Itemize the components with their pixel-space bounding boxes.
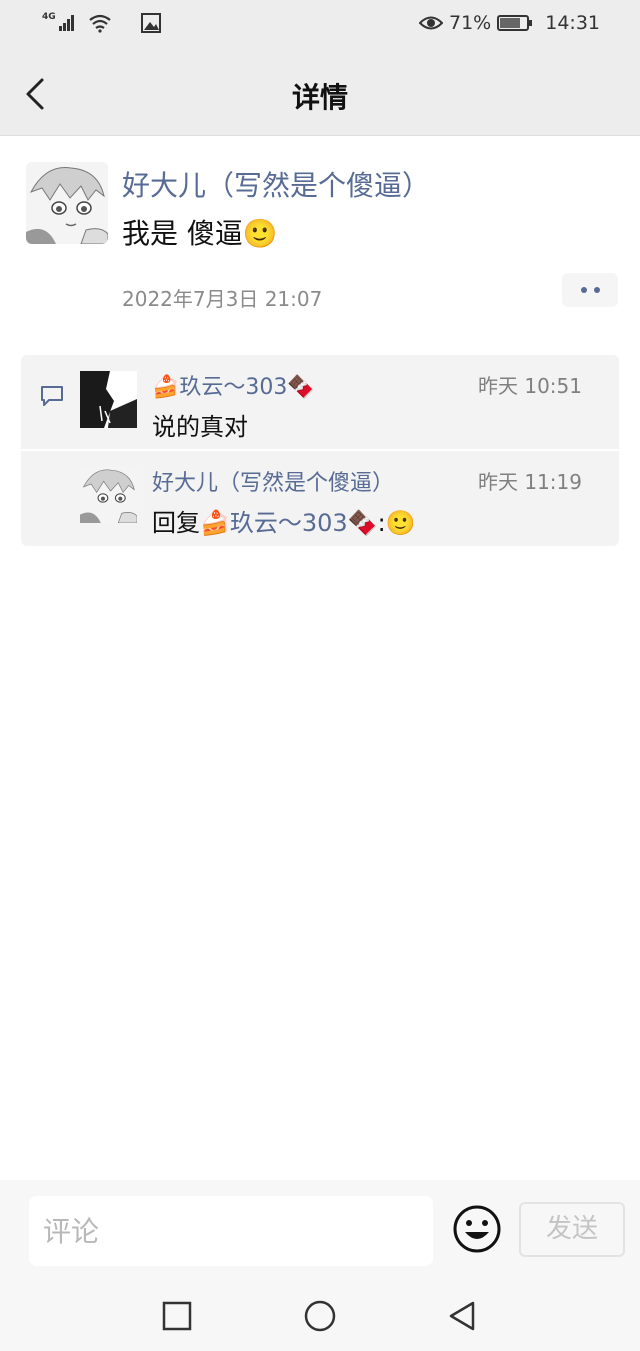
- circle-icon: [304, 1300, 336, 1332]
- status-bar-left: 4G: [42, 12, 162, 34]
- page-title: 详情: [291, 81, 348, 114]
- reply-target-name[interactable]: 🍰玖云～303🍫: [200, 509, 378, 537]
- battery-percent: 71%: [449, 12, 492, 34]
- post-author-avatar[interactable]: [26, 162, 108, 244]
- more-actions-button[interactable]: [562, 273, 618, 307]
- comment-bubble-icon: [41, 386, 63, 406]
- comment-input[interactable]: [29, 1196, 433, 1266]
- gallery-notification-icon: [140, 13, 161, 33]
- comment-input-bar: 发送: [0, 1180, 640, 1281]
- top-bar: 详情: [0, 52, 640, 136]
- reply-prefix: 回复: [152, 509, 200, 537]
- nav-back-button[interactable]: [445, 1299, 479, 1333]
- anime-avatar-image: [80, 466, 137, 523]
- wifi-icon: [88, 14, 111, 33]
- comment-author-avatar[interactable]: [80, 371, 137, 428]
- home-button[interactable]: [303, 1299, 337, 1333]
- reply-suffix: :🙂: [377, 509, 416, 537]
- smiley-face-icon: [453, 1205, 501, 1253]
- comment-author-name[interactable]: 🍰玖云～303🍫: [152, 369, 315, 401]
- system-nav-bar: [0, 1281, 640, 1351]
- comment-text[interactable]: 说的真对: [152, 407, 248, 442]
- post-timestamp: 2022年7月3日 21:07: [122, 287, 323, 311]
- network-type: 4G: [42, 12, 56, 22]
- anime-avatar-image: [26, 162, 108, 244]
- clock: 14:31: [545, 12, 600, 34]
- comment-timestamp: 昨天 10:51: [478, 374, 582, 398]
- status-bar-right: 71% 14:31: [419, 12, 600, 34]
- triangle-back-icon: [449, 1301, 475, 1331]
- comment-timestamp: 昨天 11:19: [478, 470, 582, 494]
- dark-avatar-image: [80, 371, 137, 428]
- battery-icon: [497, 15, 533, 31]
- comment-divider: [21, 449, 619, 451]
- more-dots-icon: [580, 287, 587, 293]
- emoji-button[interactable]: [452, 1204, 502, 1254]
- send-button[interactable]: 发送: [519, 1202, 625, 1257]
- recent-apps-button[interactable]: [160, 1299, 194, 1333]
- more-dots-icon: [593, 287, 600, 293]
- eye-icon: [419, 16, 443, 30]
- post-author-name[interactable]: 好大儿（写然是个傻逼）: [122, 164, 430, 204]
- comment-text[interactable]: 回复🍰玖云～303🍫:🙂: [152, 503, 416, 538]
- signal-icon: [58, 15, 74, 31]
- status-bar: 4G 71% 14:31: [0, 0, 640, 52]
- comment-author-avatar[interactable]: [80, 466, 137, 523]
- post-text: 我是 傻逼🙂: [122, 217, 278, 250]
- comment-author-name[interactable]: 好大儿（写然是个傻逼）: [152, 465, 394, 497]
- square-icon: [162, 1301, 192, 1331]
- comments-panel: 🍰玖云～303🍫 昨天 10:51 说的真对 好大儿（写然是个傻逼） 昨天 11…: [21, 355, 619, 546]
